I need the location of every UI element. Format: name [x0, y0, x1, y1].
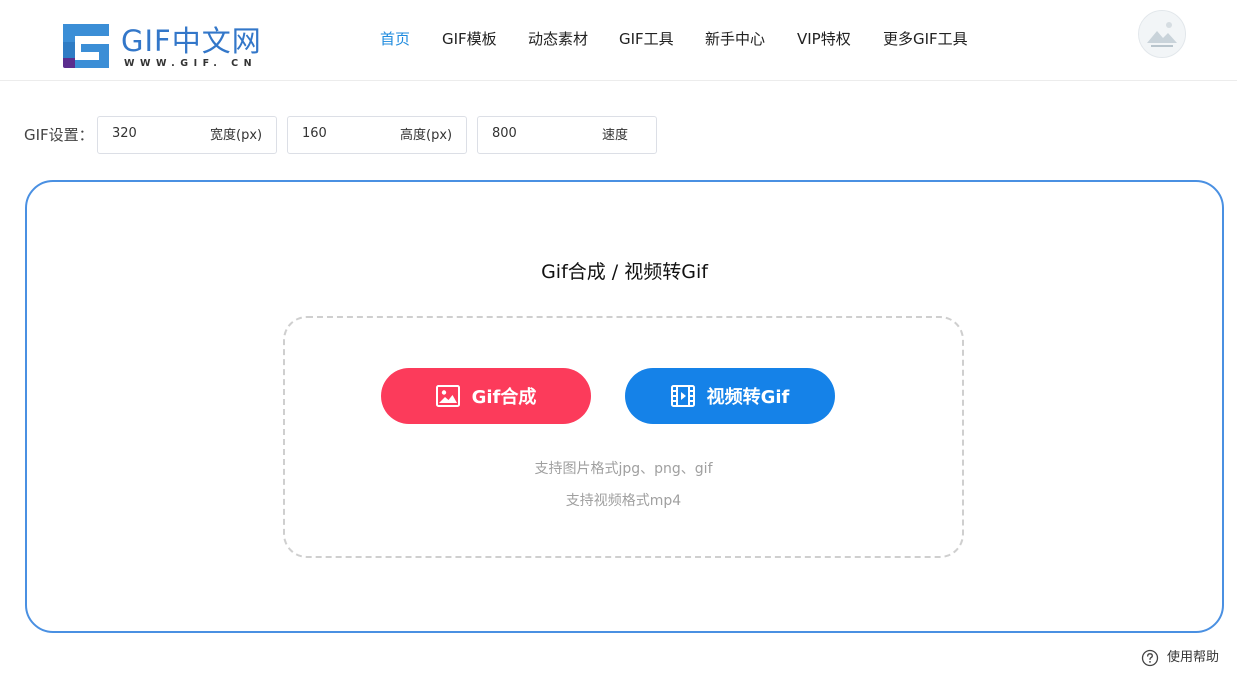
- upload-card: Gif合成 / 视频转Gif Gif合成 视频转Gif 支持图片格式jpg、pn…: [25, 180, 1224, 633]
- help-link[interactable]: 使用帮助: [1141, 648, 1219, 668]
- help-label: 使用帮助: [1167, 650, 1220, 665]
- speed-unit-label: 速度: [602, 128, 629, 143]
- speed-setting: 速度: [477, 116, 657, 154]
- gif-settings-label: GIF设置：: [24, 126, 94, 144]
- height-setting: 高度(px): [287, 116, 467, 154]
- nav-item-more-gif-tools[interactable]: 更多GIF工具: [883, 28, 968, 50]
- nav-item-gif-tools[interactable]: GIF工具: [619, 28, 674, 50]
- upload-dropzone[interactable]: Gif合成 视频转Gif 支持图片格式jpg、png、gif 支持视频格式mp4: [283, 316, 964, 558]
- top-header: GIF中文网 WWW.GIF. CN 首页 GIF模板 动态素材 GIF工具 新…: [0, 0, 1237, 81]
- page-title: Gif合成 / 视频转Gif: [541, 261, 708, 283]
- film-icon: [670, 385, 695, 407]
- video-format-hint: 支持视频格式mp4: [565, 493, 682, 509]
- gif-compose-label: Gif合成: [471, 387, 537, 408]
- nav-item-gif-templates[interactable]: GIF模板: [442, 28, 497, 50]
- video-to-gif-button[interactable]: 视频转Gif: [625, 368, 835, 424]
- image-icon: [435, 385, 460, 407]
- gif-compose-button[interactable]: Gif合成: [381, 368, 591, 424]
- logo-mark-icon: [63, 24, 109, 68]
- site-logo[interactable]: GIF中文网 WWW.GIF. CN: [63, 22, 263, 72]
- avatar-icon: [1139, 11, 1185, 57]
- image-format-hint: 支持图片格式jpg、png、gif: [534, 461, 713, 477]
- logo-text: GIF中文网: [121, 24, 262, 58]
- height-input[interactable]: [302, 125, 382, 143]
- video-to-gif-label: 视频转Gif: [706, 387, 790, 408]
- logo-subtext: WWW.GIF. CN: [124, 58, 258, 69]
- nav-item-animated-assets[interactable]: 动态素材: [528, 28, 588, 50]
- speed-input[interactable]: [492, 125, 572, 143]
- nav-item-home[interactable]: 首页: [380, 28, 410, 50]
- question-circle-icon: [1141, 649, 1159, 667]
- nav-item-beginner-center[interactable]: 新手中心: [705, 28, 765, 50]
- height-unit-label: 高度(px): [400, 128, 453, 143]
- nav-item-vip[interactable]: VIP特权: [797, 28, 851, 50]
- width-unit-label: 宽度(px): [210, 128, 263, 143]
- avatar[interactable]: [1138, 10, 1186, 58]
- width-input[interactable]: [112, 125, 192, 143]
- width-setting: 宽度(px): [97, 116, 277, 154]
